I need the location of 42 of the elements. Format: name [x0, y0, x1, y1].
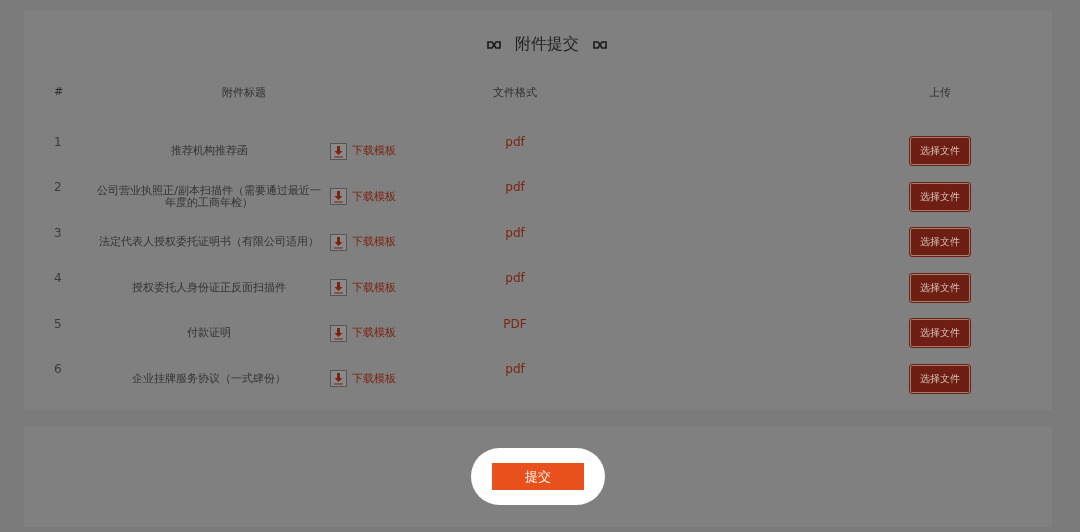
file-format: pdf [504, 361, 526, 378]
download-icon [330, 142, 347, 160]
download-icon [330, 324, 347, 342]
attachment-title: 授权委托人身份证正反面扫描件 [131, 279, 287, 296]
column-header: 文件格式 [492, 85, 538, 101]
file-format: pdf [504, 133, 526, 151]
column-header: # [54, 84, 65, 100]
row-number: 3 [54, 224, 63, 242]
row-number: 4 [54, 270, 63, 287]
choose-file-button[interactable]: 选择文件 [910, 319, 970, 348]
ornament-icon [593, 40, 607, 49]
file-format: pdf [504, 179, 526, 196]
choose-file-button[interactable]: 选择文件 [910, 364, 970, 393]
choose-file-button[interactable]: 选择文件 [910, 228, 970, 257]
choose-file-button[interactable]: 选择文件 [910, 137, 970, 166]
download-template-link[interactable]: 下载模板 [330, 324, 400, 342]
download-template-link[interactable]: 下载模板 [330, 142, 400, 160]
download-template-link[interactable]: 下载模板 [330, 233, 400, 251]
download-template-link[interactable]: 下载模板 [330, 370, 400, 388]
file-format: pdf [504, 270, 526, 287]
row-number: 6 [54, 361, 63, 378]
attachment-title: 法定代表人授权委托证明书（有限公司适用） [98, 234, 320, 251]
download-icon [330, 188, 347, 206]
attachment-title: 付款证明 [186, 325, 232, 342]
download-icon [330, 233, 347, 251]
download-icon [330, 279, 347, 297]
download-icon [330, 370, 347, 388]
choose-file-button[interactable]: 选择文件 [910, 182, 970, 211]
column-header: 附件标题 [221, 85, 267, 101]
attachment-title: 推荐机构推荐函 [169, 143, 249, 160]
row-number: 5 [54, 315, 63, 333]
file-format: PDF [502, 315, 528, 333]
submit-button[interactable]: 提交 [492, 463, 584, 490]
choose-file-button[interactable]: 选择文件 [910, 273, 970, 302]
file-format: pdf [504, 224, 526, 242]
download-template-link[interactable]: 下载模板 [330, 188, 400, 206]
ornament-icon [487, 40, 501, 49]
column-header: 上传 [928, 85, 952, 101]
section-title: 附件提交 [515, 34, 579, 55]
download-template-link[interactable]: 下载模板 [330, 279, 400, 297]
row-number: 2 [54, 179, 63, 196]
row-number: 1 [54, 133, 63, 151]
